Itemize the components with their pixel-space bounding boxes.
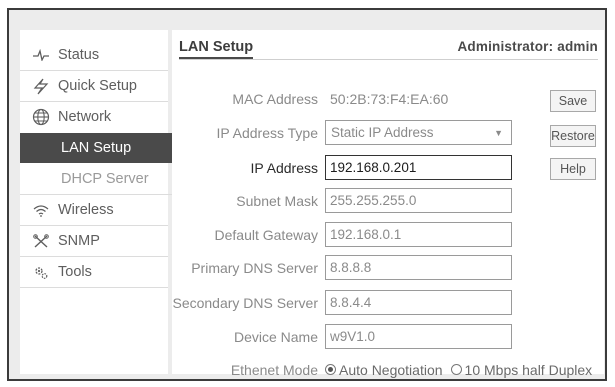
- sidebar-item-label: Network: [58, 109, 112, 125]
- device-name-row: Device Name w9V1.0: [172, 323, 512, 350]
- secondary-dns-field[interactable]: 8.8.4.4: [325, 290, 512, 315]
- sidebar-item-status[interactable]: Status: [20, 40, 168, 71]
- mac-address-label: MAC Address: [232, 90, 318, 107]
- radio-auto-negotiation[interactable]: Auto Negotiation: [325, 362, 443, 378]
- sidebar-item-label: Tools: [58, 264, 92, 280]
- mac-address-value: 50:2B:73:F4:EA:60: [330, 90, 449, 107]
- primary-dns-label: Primary DNS Server: [191, 259, 318, 276]
- tools-cross-icon: [30, 233, 52, 249]
- subnet-mask-label: Subnet Mask: [236, 192, 318, 209]
- sidebar-item-label: LAN Setup: [61, 140, 132, 156]
- gears-icon: [30, 265, 52, 280]
- radio-unchecked-icon: [450, 364, 462, 375]
- mac-address-row: MAC Address 50:2B:73:F4:EA:60: [172, 85, 448, 112]
- wifi-icon: [30, 204, 52, 217]
- radio-label: Auto Negotiation: [339, 361, 443, 378]
- radio-10mbps-half-duplex[interactable]: 10 Mbps half Duplex: [450, 361, 593, 378]
- sidebar-item-label: SNMP: [58, 233, 100, 249]
- sidebar-item-tools[interactable]: Tools: [20, 257, 168, 288]
- sidebar-item-label: DHCP Server: [61, 171, 149, 187]
- sidebar-item-quick-setup[interactable]: Quick Setup: [20, 71, 168, 102]
- ethernet-mode-label: Ethenet Mode: [230, 361, 318, 378]
- ip-address-field[interactable]: 192.168.0.201: [325, 155, 512, 180]
- sidebar-item-snmp[interactable]: SNMP: [20, 226, 168, 257]
- globe-icon: [30, 108, 52, 126]
- restore-button[interactable]: Restore: [550, 125, 596, 147]
- radio-label: 10 Mbps half Duplex: [464, 361, 593, 378]
- gateway-field[interactable]: 192.168.0.1: [325, 222, 512, 247]
- ip-type-label: IP Address Type: [216, 124, 318, 141]
- main-panel: LAN Setup Administrator: admin MAC Addre…: [172, 30, 604, 378]
- device-name-field[interactable]: w9V1.0: [325, 324, 512, 349]
- chevron-down-icon: ▼: [494, 127, 503, 138]
- sidebar-item-network[interactable]: Network: [20, 102, 168, 132]
- primary-dns-field[interactable]: 8.8.8.8: [325, 255, 512, 280]
- ip-type-value: Static IP Address: [331, 125, 434, 140]
- secondary-dns-row: Secondary DNS Server 8.8.4.4: [172, 289, 512, 316]
- subnet-mask-field[interactable]: 255.255.255.0: [325, 188, 512, 213]
- title-divider: [179, 59, 598, 60]
- user-indicator: Administrator: admin: [457, 39, 598, 54]
- help-button[interactable]: Help: [550, 158, 596, 180]
- secondary-dns-label: Secondary DNS Server: [172, 294, 318, 311]
- sidebar-item-label: Wireless: [58, 202, 114, 218]
- ip-address-row: IP Address 192.168.0.201: [172, 154, 512, 181]
- primary-dns-row: Primary DNS Server 8.8.8.8: [172, 254, 512, 281]
- ip-type-select[interactable]: Static IP Address ▼: [325, 120, 512, 145]
- pulse-icon: [30, 49, 52, 61]
- ip-type-row: IP Address Type Static IP Address ▼: [172, 119, 512, 146]
- app-window: Status Quick Setup Network LAN Setup DHC…: [7, 8, 607, 381]
- sidebar-item-label: Quick Setup: [58, 78, 137, 94]
- gateway-row: Default Gateway 192.168.0.1: [172, 221, 512, 248]
- lightning-icon: [30, 78, 52, 95]
- save-button[interactable]: Save: [550, 90, 596, 112]
- ethernet-mode-row: Ethenet Mode Auto Negotiation 10 Mbps ha…: [172, 356, 600, 379]
- sidebar-item-label: Status: [58, 47, 100, 63]
- subnet-mask-row: Subnet Mask 255.255.255.0: [172, 187, 512, 214]
- ip-address-label: IP Address: [250, 159, 318, 176]
- page-title: LAN Setup: [179, 39, 254, 59]
- gateway-label: Default Gateway: [214, 226, 319, 243]
- radio-checked-icon: [325, 364, 336, 375]
- device-name-label: Device Name: [233, 328, 318, 345]
- sidebar-item-wireless[interactable]: Wireless: [20, 195, 168, 226]
- sidebar: Status Quick Setup Network LAN Setup DHC…: [20, 30, 209, 374]
